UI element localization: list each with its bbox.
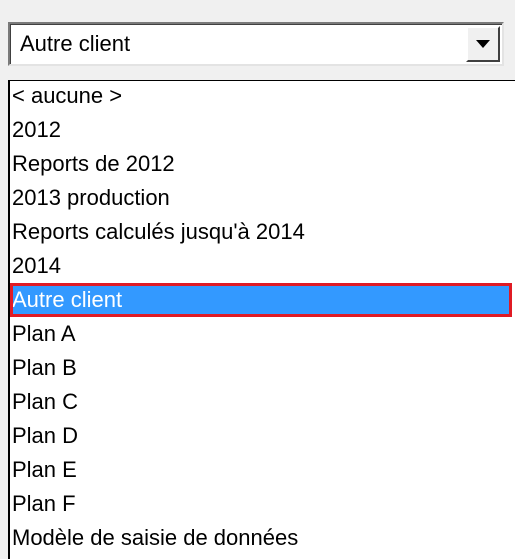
list-item[interactable]: Plan F	[10, 487, 515, 521]
list-item-selected[interactable]: Autre client	[10, 283, 512, 317]
list-item[interactable]: Reports de 2012	[10, 147, 515, 181]
dropdown-button[interactable]	[466, 26, 500, 62]
list-item[interactable]: Plan C	[10, 385, 515, 419]
combobox-value: Autre client	[20, 31, 131, 56]
list-item[interactable]: Modèle de saisie de données	[10, 521, 515, 555]
list-item[interactable]: 2014	[10, 249, 515, 283]
list-item[interactable]: Plan B	[10, 351, 515, 385]
list-item[interactable]: < aucune >	[10, 81, 515, 113]
list-item[interactable]: Plan A	[10, 317, 515, 351]
profile-combobox[interactable]: Autre client	[8, 22, 504, 66]
list-item[interactable]: Plan E	[10, 453, 515, 487]
chevron-down-icon	[476, 40, 490, 48]
list-item[interactable]: 2012	[10, 113, 515, 147]
combobox-screenshot: Autre client < aucune > 2012 Reports de …	[0, 0, 515, 559]
dropdown-list[interactable]: < aucune > 2012 Reports de 2012 2013 pro…	[8, 80, 515, 559]
list-item[interactable]: Reports calculés jusqu'à 2014	[10, 215, 515, 249]
list-item[interactable]: Plan D	[10, 419, 515, 453]
list-item[interactable]: 2013 production	[10, 181, 515, 215]
